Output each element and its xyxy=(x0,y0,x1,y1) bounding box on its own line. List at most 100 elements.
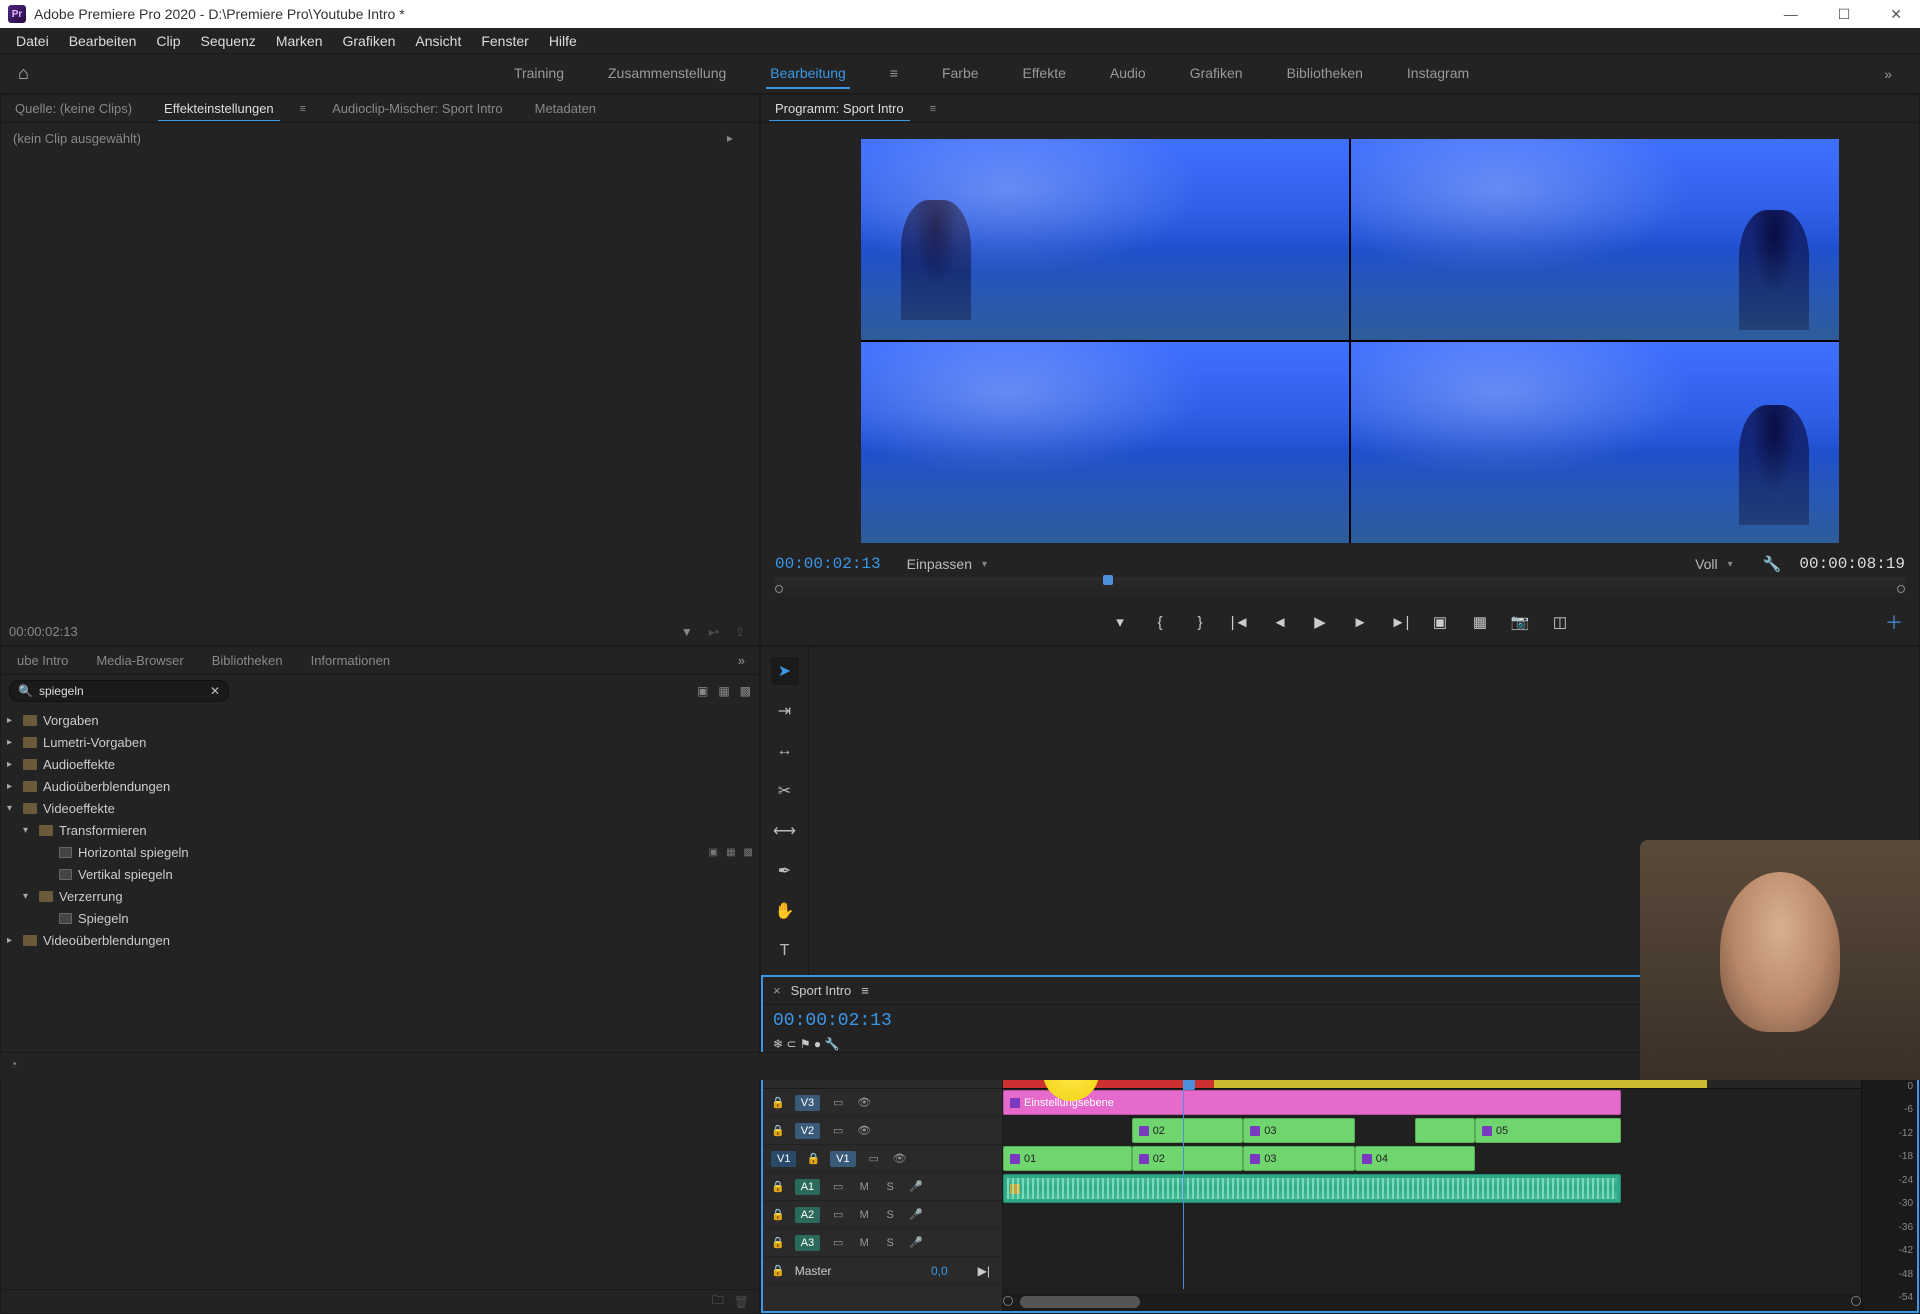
track-a2-header[interactable]: 🔒A2▭MS🎤 xyxy=(763,1201,1002,1229)
menu-sequenz[interactable]: Sequenz xyxy=(191,29,266,53)
timeline-timecode[interactable]: 00:00:02:13 xyxy=(773,1011,892,1031)
workspace-instagram[interactable]: Instagram xyxy=(1403,59,1473,89)
menu-ansicht[interactable]: Ansicht xyxy=(405,29,471,53)
add-marker-tl-icon[interactable]: ⚑ xyxy=(800,1037,811,1051)
fx-badge-32bit-icon[interactable]: ▦ xyxy=(718,684,729,698)
hand-tool[interactable]: ✋ xyxy=(771,897,799,925)
home-icon[interactable]: ⌂ xyxy=(18,63,29,84)
lane-v1[interactable]: 01 02 03 04 xyxy=(1003,1145,1861,1173)
tab-source[interactable]: Quelle: (keine Clips) xyxy=(9,97,138,120)
delete-preset-icon[interactable]: 🗑 xyxy=(734,1295,749,1309)
program-scrubber[interactable] xyxy=(775,577,1905,601)
ripple-edit-tool[interactable]: ↔ xyxy=(771,737,799,765)
lane-v3[interactable]: Einstellungsebene xyxy=(1003,1089,1861,1117)
add-marker-icon[interactable]: ▾ xyxy=(1109,611,1131,633)
tree-lumetri[interactable]: ▸Lumetri-Vorgaben xyxy=(1,731,759,753)
clip-v2-05[interactable]: 05 xyxy=(1475,1118,1621,1143)
go-to-out-icon[interactable]: ►| xyxy=(1389,611,1411,633)
tree-vorgaben[interactable]: ▸Vorgaben xyxy=(1,709,759,731)
tree-videoeffekte[interactable]: ▾Videoeffekte xyxy=(1,797,759,819)
fx-badge-accel-icon[interactable]: ▣ xyxy=(697,684,708,698)
track-v1-header[interactable]: V1🔒V1▭👁 xyxy=(763,1145,1002,1173)
step-back-icon[interactable]: ◄ xyxy=(1269,611,1291,633)
clip-v2-02[interactable]: 02 xyxy=(1132,1118,1244,1143)
extract-icon[interactable]: ▦ xyxy=(1469,611,1491,633)
tree-transformieren[interactable]: ▾Transformieren xyxy=(1,819,759,841)
slip-tool[interactable]: ⟷ xyxy=(771,817,799,845)
comparison-icon[interactable]: ◫ xyxy=(1549,611,1571,633)
menu-clip[interactable]: Clip xyxy=(146,29,190,53)
clip-audio[interactable] xyxy=(1003,1174,1621,1203)
menu-bearbeiten[interactable]: Bearbeiten xyxy=(59,29,147,53)
close-sequence-icon[interactable]: × xyxy=(773,983,781,998)
workspace-overflow-icon[interactable]: » xyxy=(1874,66,1902,82)
workspace-farbe[interactable]: Farbe xyxy=(938,59,983,89)
clip-v1-01[interactable]: 01 xyxy=(1003,1146,1132,1171)
track-a1-header[interactable]: 🔒A1▭MS🎤 xyxy=(763,1173,1002,1201)
workspace-audio[interactable]: Audio xyxy=(1106,59,1150,89)
chevron-down-icon[interactable]: ▾ xyxy=(1728,559,1733,570)
workspace-zusammenstellung[interactable]: Zusammenstellung xyxy=(604,59,730,89)
fx-badge-yuv-icon[interactable]: ▩ xyxy=(740,684,751,698)
program-viewer[interactable] xyxy=(861,139,1839,543)
settings-icon[interactable]: 🔧 xyxy=(1763,555,1782,573)
chevron-down-icon[interactable]: ▾ xyxy=(982,559,987,570)
clip-v2-04[interactable] xyxy=(1415,1118,1475,1143)
workspace-menu-icon[interactable]: ≡ xyxy=(886,59,902,89)
tab-bibliotheken[interactable]: Bibliotheken xyxy=(202,649,293,672)
menu-marken[interactable]: Marken xyxy=(266,29,333,53)
close-button[interactable]: ✕ xyxy=(1880,2,1912,27)
pen-tool[interactable]: ✒ xyxy=(771,857,799,885)
lift-icon[interactable]: ▣ xyxy=(1429,611,1451,633)
toggle-timeline-icon[interactable]: ▸ xyxy=(727,131,733,145)
effects-search-input[interactable]: 🔍 spiegeln ✕ xyxy=(9,680,229,702)
tree-audioeffekte[interactable]: ▸Audioeffekte xyxy=(1,753,759,775)
program-timecode[interactable]: 00:00:02:13 xyxy=(775,555,881,573)
go-to-in-icon[interactable]: |◄ xyxy=(1229,611,1251,633)
playhead-marker[interactable] xyxy=(1103,575,1113,585)
tab-metadata[interactable]: Metadaten xyxy=(529,97,602,120)
menu-fenster[interactable]: Fenster xyxy=(471,29,538,53)
lane-a3[interactable] xyxy=(1003,1233,1861,1261)
track-v3-header[interactable]: 🔒V3▭👁 xyxy=(763,1089,1002,1117)
lane-a1[interactable] xyxy=(1003,1173,1861,1205)
export-icon[interactable]: ⇪ xyxy=(735,625,745,639)
track-a3-header[interactable]: 🔒A3▭MS🎤 xyxy=(763,1229,1002,1257)
timeline-settings-icon[interactable]: ● xyxy=(814,1037,821,1051)
tree-verzerrung[interactable]: ▾Verzerrung xyxy=(1,885,759,907)
clear-search-icon[interactable]: ✕ xyxy=(210,684,220,698)
scroll-thumb[interactable] xyxy=(1020,1296,1140,1308)
mic-icon[interactable]: 🎤 xyxy=(908,1180,924,1193)
jump-icon[interactable]: ▶| xyxy=(978,1264,990,1278)
program-panel-menu-icon[interactable]: ≡ xyxy=(930,103,936,115)
clip-v1-02[interactable]: 02 xyxy=(1132,1146,1244,1171)
panel-menu-icon[interactable]: ≡ xyxy=(300,103,306,115)
menu-hilfe[interactable]: Hilfe xyxy=(539,29,587,53)
maximize-button[interactable]: ☐ xyxy=(1828,2,1861,27)
effect-horizontal-spiegeln[interactable]: Horizontal spiegeln▣▦▩ xyxy=(1,841,759,863)
tab-informationen[interactable]: Informationen xyxy=(301,649,401,672)
tree-videoueberblendungen[interactable]: ▸Videoüberblendungen xyxy=(1,929,759,951)
tabs-overflow-icon[interactable]: » xyxy=(730,653,753,668)
wrench-tl-icon[interactable]: 🔧 xyxy=(825,1037,840,1051)
track-master-header[interactable]: 🔒Master0,0▶| xyxy=(763,1257,1002,1285)
lock-icon[interactable]: 🔒 xyxy=(771,1096,785,1109)
sequence-name[interactable]: Sport Intro xyxy=(791,983,852,998)
effect-vertikal-spiegeln[interactable]: Vertikal spiegeln xyxy=(1,863,759,885)
play-only-icon[interactable]: ▸• xyxy=(709,625,719,639)
track-v2-header[interactable]: 🔒V2▭👁 xyxy=(763,1117,1002,1145)
workspace-bearbeitung[interactable]: Bearbeitung xyxy=(766,59,850,89)
workspace-effekte[interactable]: Effekte xyxy=(1019,59,1070,89)
clip-adjustment[interactable]: Einstellungsebene xyxy=(1003,1090,1621,1115)
mark-out-icon[interactable]: } xyxy=(1189,611,1211,633)
tab-project[interactable]: ube Intro xyxy=(7,649,78,672)
new-bin-icon[interactable]: 🗀 xyxy=(712,1291,724,1312)
eye-icon[interactable]: 👁 xyxy=(856,1096,872,1109)
lane-v2[interactable]: 02 03 05 xyxy=(1003,1117,1861,1145)
timeline-panel-menu-icon[interactable]: ≡ xyxy=(861,983,869,998)
workspace-bibliotheken[interactable]: Bibliotheken xyxy=(1283,59,1367,89)
menu-datei[interactable]: Datei xyxy=(6,29,59,53)
clip-v1-03[interactable]: 03 xyxy=(1243,1146,1355,1171)
tracks-area[interactable]: :00:00 00:00:05:00 00:00:10:00 Einstellu… xyxy=(1003,1055,1861,1311)
selection-tool[interactable]: ➤ xyxy=(771,657,799,685)
